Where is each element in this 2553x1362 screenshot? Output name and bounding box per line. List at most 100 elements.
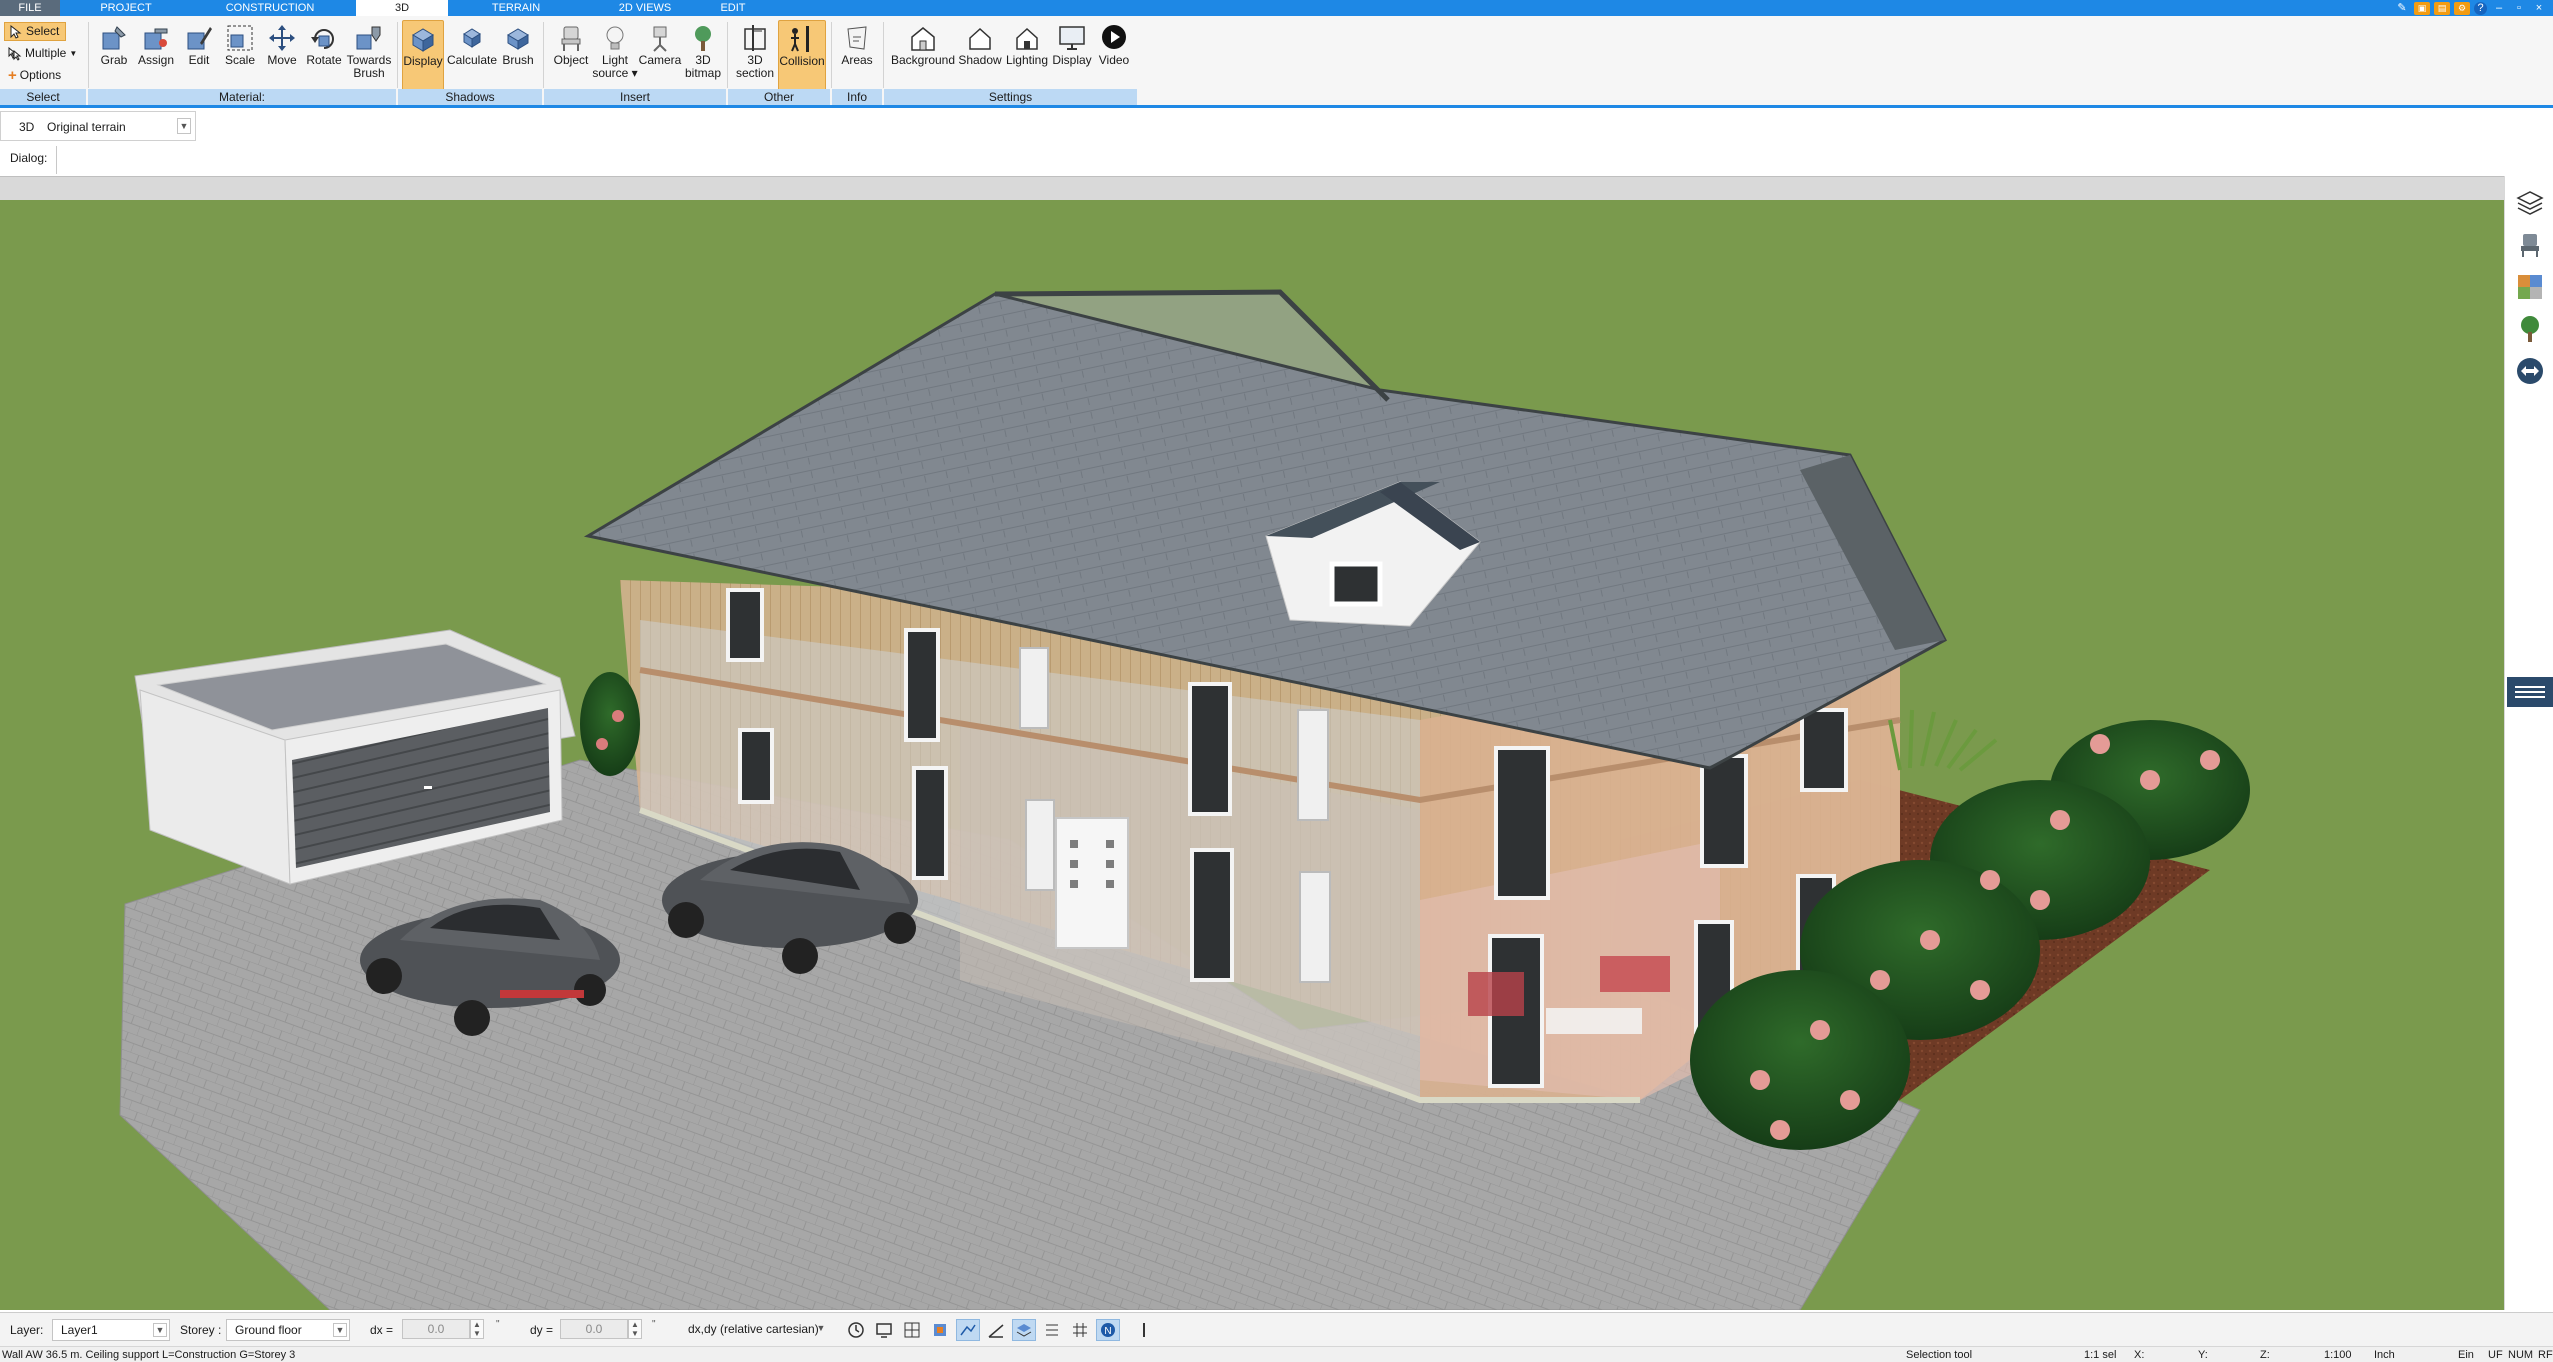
- shadow-brush-button[interactable]: Brush: [500, 20, 536, 98]
- group-label-insert: Insert: [544, 89, 726, 105]
- ortho-icon[interactable]: [1040, 1319, 1064, 1341]
- background-button[interactable]: Background: [890, 20, 956, 98]
- calculate-label: Calculate: [446, 53, 498, 67]
- layer-select[interactable]: Layer1 ▼: [52, 1319, 170, 1341]
- shadow-brush-icon: [503, 22, 533, 54]
- storey-label: Storey :: [180, 1323, 222, 1337]
- notification-icon[interactable]: ▣: [2414, 1, 2430, 15]
- display-shadows-button[interactable]: Display: [402, 20, 444, 98]
- status-x-label: X:: [2134, 1349, 2145, 1361]
- tab-2d-views[interactable]: 2D VIEWS: [595, 0, 695, 16]
- video-button[interactable]: Video: [1096, 20, 1132, 98]
- tab-edit[interactable]: EDIT: [703, 0, 763, 16]
- ribbon-divider: [883, 22, 884, 88]
- grid-icon[interactable]: [1068, 1319, 1092, 1341]
- display-settings-button[interactable]: Display: [1050, 20, 1094, 98]
- coordinate-mode-value: dx,dy (relative cartesian): [688, 1322, 819, 1336]
- lighting-button[interactable]: Lighting: [1004, 20, 1050, 98]
- areas-button[interactable]: Areas: [838, 20, 876, 98]
- group-label-settings: Settings: [884, 89, 1137, 105]
- tab-3d[interactable]: 3D: [356, 0, 448, 16]
- 3d-bitmap-label-line2: bitmap: [684, 66, 722, 80]
- move-button[interactable]: Move: [264, 20, 300, 98]
- status-z-label: Z:: [2260, 1349, 2270, 1361]
- close-icon[interactable]: ×: [2531, 2, 2547, 15]
- chevron-down-icon[interactable]: ▼: [177, 118, 191, 134]
- assign-button[interactable]: Assign: [136, 20, 176, 98]
- collision-button[interactable]: Collision: [778, 20, 826, 98]
- ribbon-divider: [727, 22, 728, 88]
- options-button[interactable]: + Options: [4, 66, 67, 85]
- towards-brush-button[interactable]: Towards Brush: [346, 20, 392, 98]
- dx-input[interactable]: 0.0: [402, 1319, 470, 1339]
- furniture-chair-icon[interactable]: [2513, 228, 2547, 262]
- monitor-icon[interactable]: [872, 1319, 896, 1341]
- video-play-icon: [1099, 22, 1129, 54]
- shadow-house-icon: [965, 22, 995, 54]
- minimize-icon[interactable]: –: [2491, 2, 2507, 15]
- display-label: Display: [1052, 53, 1092, 67]
- grab-button[interactable]: Grab: [96, 20, 132, 98]
- snap-point-icon[interactable]: [928, 1319, 952, 1341]
- light-label-line2: source ▾: [592, 66, 638, 80]
- ribbon-divider: [397, 22, 398, 88]
- tab-terrain[interactable]: TERRAIN: [466, 0, 566, 16]
- restore-icon[interactable]: ▫: [2511, 2, 2527, 15]
- right-sidebar: [2504, 176, 2553, 1310]
- camera-button[interactable]: Camera: [638, 20, 682, 98]
- snap-line-icon[interactable]: [956, 1319, 980, 1341]
- tools-icon[interactable]: ✎: [2394, 2, 2410, 15]
- view-select[interactable]: 3D Original terrain ▼: [0, 111, 196, 141]
- coordinate-mode-select[interactable]: dx,dy (relative cartesian) ▼: [680, 1319, 830, 1341]
- calculate-shadows-button[interactable]: Calculate: [446, 20, 498, 98]
- snap-grid-icon[interactable]: [900, 1319, 924, 1341]
- status-bar: Wall AW 36.5 m. Ceiling support L=Constr…: [0, 1346, 2553, 1362]
- assign-label: Assign: [137, 53, 175, 67]
- shadow-setting-button[interactable]: Shadow: [958, 20, 1002, 98]
- more-options-icon[interactable]: [1132, 1319, 1156, 1341]
- section-icon: [740, 22, 770, 54]
- snap-layer-icon[interactable]: [1012, 1319, 1036, 1341]
- rotate-button[interactable]: Rotate: [304, 20, 344, 98]
- storey-select[interactable]: Ground floor ▼: [226, 1319, 350, 1341]
- display-monitor-icon: [1057, 22, 1087, 54]
- tab-project[interactable]: PROJECT: [66, 0, 186, 16]
- settings-icon[interactable]: ⚙: [2454, 1, 2470, 15]
- help-icon[interactable]: ?: [2474, 1, 2487, 15]
- select-button[interactable]: Select: [4, 22, 67, 41]
- status-y-label: Y:: [2198, 1349, 2208, 1361]
- bookmark-icon[interactable]: ▤: [2434, 1, 2450, 15]
- sidebar-handle[interactable]: [2507, 677, 2553, 707]
- tab-construction[interactable]: CONSTRUCTION: [200, 0, 340, 16]
- 3d-viewport[interactable]: [0, 176, 2504, 1310]
- object-button[interactable]: Object: [550, 20, 592, 98]
- camera-label: Camera: [638, 53, 682, 67]
- dy-input[interactable]: 0.0: [560, 1319, 628, 1339]
- layers-icon[interactable]: [2513, 186, 2547, 220]
- left-flower-bush: [580, 672, 640, 776]
- 3d-section-button[interactable]: 3D section: [734, 20, 776, 98]
- navigation-arrows-icon[interactable]: [2513, 354, 2547, 388]
- status-uf: UF: [2488, 1349, 2503, 1361]
- dy-spinner[interactable]: ▲ ▼: [628, 1319, 642, 1339]
- north-icon[interactable]: N: [1096, 1319, 1120, 1341]
- multiple-button[interactable]: Multiple ▼: [4, 44, 83, 63]
- edit-material-icon: [184, 22, 214, 54]
- snap-angle-icon[interactable]: [984, 1319, 1008, 1341]
- multiple-label: Multiple: [25, 46, 67, 60]
- scale-button[interactable]: Scale: [222, 20, 258, 98]
- tab-file[interactable]: FILE: [0, 0, 60, 16]
- plants-tree-icon[interactable]: [2513, 312, 2547, 346]
- status-scale: 1:100: [2324, 1349, 2352, 1361]
- light-source-button[interactable]: Light source ▾: [592, 20, 638, 98]
- dx-spinner[interactable]: ▲ ▼: [470, 1319, 484, 1339]
- tree-bitmap-icon: [688, 22, 718, 54]
- edit-material-button[interactable]: Edit: [182, 20, 216, 98]
- materials-palette-icon[interactable]: [2513, 270, 2547, 304]
- lighting-house-icon: [1012, 22, 1042, 54]
- 3d-scene[interactable]: [0, 200, 2504, 1310]
- rotate-label: Rotate: [306, 53, 342, 67]
- 3d-bitmap-button[interactable]: 3D bitmap: [682, 20, 724, 98]
- clock-icon[interactable]: [844, 1319, 868, 1341]
- view-select-value: Original terrain: [47, 120, 126, 134]
